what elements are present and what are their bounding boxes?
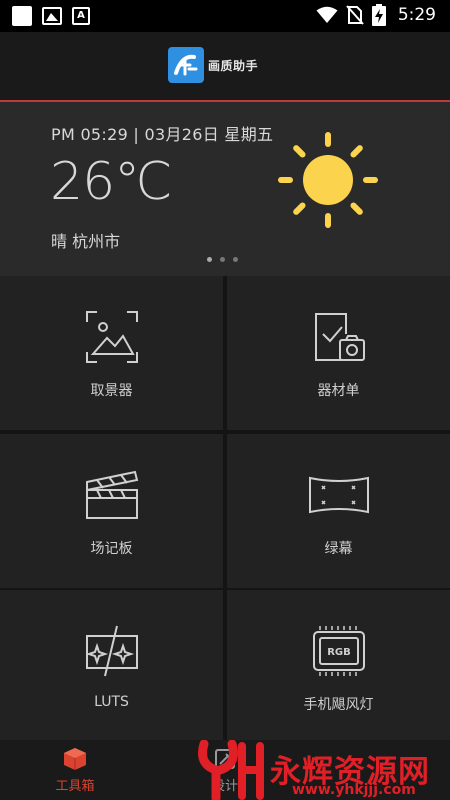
tool-rgb-light[interactable]: RGB 手机飓风灯 bbox=[227, 590, 450, 744]
weather-date: PM 05:29 | 03月26日 星期五 bbox=[51, 125, 274, 144]
nav-toolbox[interactable]: 工具箱 bbox=[0, 740, 150, 800]
battery-charging-icon bbox=[371, 4, 386, 26]
app-header: 画质助手 bbox=[0, 32, 450, 100]
status-bar-system: 5:29 bbox=[316, 4, 436, 26]
tool-label: 取景器 bbox=[90, 383, 133, 399]
notification-square-icon bbox=[12, 6, 32, 26]
tool-equipment-list[interactable]: 器材单 bbox=[227, 276, 450, 430]
nav-label: 工具箱 bbox=[55, 779, 95, 794]
pager-dot[interactable] bbox=[220, 257, 225, 262]
luts-icon bbox=[85, 625, 138, 677]
tool-viewfinder[interactable]: 取景器 bbox=[0, 276, 223, 430]
pager-dot[interactable] bbox=[233, 257, 238, 262]
sun-icon bbox=[278, 132, 378, 228]
tools-grid: 取景器 器材单 场记板 绿幕 LUTS RGB 手机飓风灯 bbox=[0, 276, 450, 744]
weather-pager[interactable] bbox=[207, 257, 238, 262]
status-time: 5:29 bbox=[397, 5, 436, 25]
weather-location: 晴 杭州市 bbox=[51, 232, 121, 251]
status-bar-notifications: A bbox=[12, 6, 90, 26]
tool-clapperboard[interactable]: 场记板 bbox=[0, 434, 223, 588]
a-icon: A bbox=[72, 7, 90, 25]
viewfinder-icon bbox=[85, 311, 138, 363]
tool-luts[interactable]: LUTS bbox=[0, 590, 223, 744]
weather-card[interactable]: PM 05:29 | 03月26日 星期五 26℃ 晴 杭州市 bbox=[0, 102, 450, 276]
tool-label: LUTS bbox=[94, 694, 129, 710]
watermark-url: www.yhkjjj.com bbox=[292, 782, 416, 798]
clapperboard-icon bbox=[85, 470, 138, 519]
pager-dot[interactable] bbox=[207, 257, 212, 262]
app-logo: 画质助手 bbox=[168, 47, 258, 83]
tool-label: 器材单 bbox=[317, 383, 360, 399]
equipment-list-icon bbox=[314, 313, 365, 361]
image-icon bbox=[42, 7, 62, 25]
toolbox-icon bbox=[64, 748, 86, 770]
svg-text:RGB: RGB bbox=[327, 647, 351, 658]
weather-temperature: 26℃ bbox=[50, 152, 173, 212]
tool-label: 场记板 bbox=[90, 541, 133, 557]
status-bar: A 5:29 bbox=[0, 0, 450, 32]
app-name: 画质助手 bbox=[208, 58, 259, 73]
no-sim-icon bbox=[346, 5, 364, 25]
wifi-icon bbox=[316, 6, 338, 23]
green-screen-icon bbox=[308, 476, 369, 514]
tool-label: 手机飓风灯 bbox=[303, 697, 374, 713]
rgb-light-icon: RGB bbox=[312, 626, 365, 676]
tool-green-screen[interactable]: 绿幕 bbox=[227, 434, 450, 588]
watermark-logo bbox=[198, 740, 264, 800]
tool-label: 绿幕 bbox=[324, 541, 353, 557]
app-logo-icon bbox=[168, 47, 204, 83]
watermark: 永辉资源网 www.yhkjjj.com bbox=[196, 740, 450, 800]
